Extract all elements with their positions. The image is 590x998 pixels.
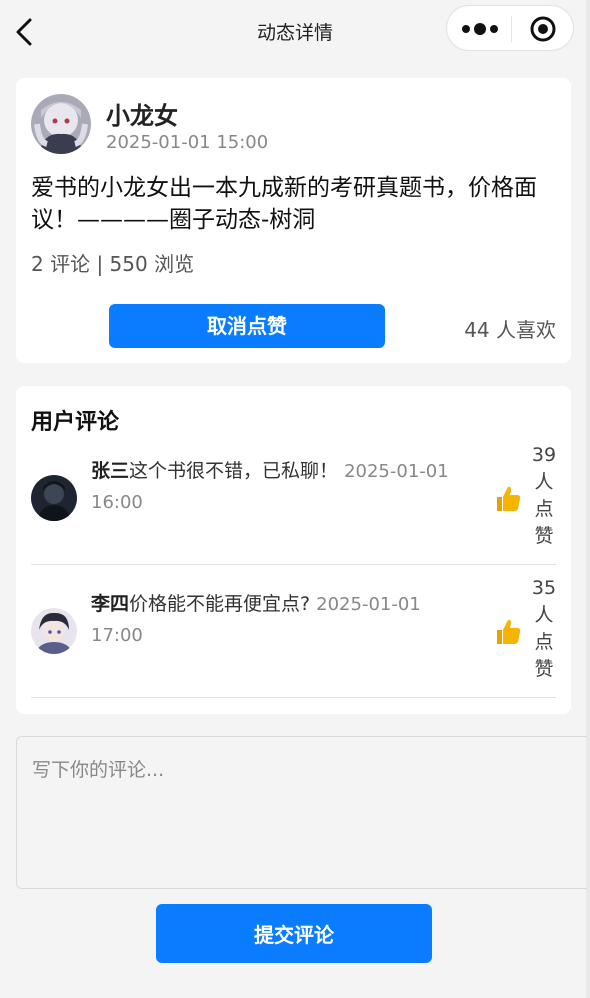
comments-card: 用户评论 张三这个书很不错，已私聊！ 2025-01-01 16:00 39人点… — [16, 386, 571, 714]
comment-text: 李四价格能不能再便宜点? 2025-01-01 17:00 — [91, 589, 451, 651]
post-content: 爱书的小龙女出一本九成新的考研真题书，价格面议！————圈子动态-树洞 — [31, 175, 537, 233]
commenter-avatar[interactable] — [31, 475, 77, 521]
capsule-divider — [511, 16, 512, 42]
comment-username: 张三 — [91, 460, 130, 482]
mini-program-capsule — [446, 5, 574, 51]
target-icon[interactable] — [529, 15, 557, 43]
comment-username: 李四 — [91, 593, 130, 615]
author-name: 小龙女 — [106, 102, 178, 130]
comment-body: 价格能不能再便宜点? — [129, 593, 311, 615]
navigation-bar: 动态详情 — [0, 0, 590, 62]
thumbs-up-icon[interactable] — [493, 617, 523, 647]
comment-like-count: 39人点赞 — [531, 444, 557, 547]
comment-body: 这个书很不错，已私聊！ — [129, 460, 339, 482]
comment-like-count: 35人点赞 — [531, 577, 557, 680]
author-avatar[interactable] — [31, 94, 91, 154]
comment-text: 张三这个书很不错，已私聊！ 2025-01-01 16:00 — [91, 456, 451, 518]
comment-item: 李四价格能不能再便宜点? 2025-01-01 17:00 35人点赞 — [31, 565, 556, 698]
comment-item: 张三这个书很不错，已私聊！ 2025-01-01 16:00 39人点赞 — [31, 432, 556, 565]
like-count: 44 人喜欢 — [464, 318, 556, 342]
post-stats: 2 评论 | 550 浏览 — [31, 252, 195, 276]
submit-comment-button[interactable]: 提交评论 — [156, 904, 432, 963]
thumbs-up-icon[interactable] — [493, 484, 523, 514]
post-card: 小龙女 2025-01-01 15:00 爱书的小龙女出一本九成新的考研真题书，… — [16, 78, 571, 363]
commenter-avatar[interactable] — [31, 608, 77, 654]
comment-input[interactable] — [16, 736, 590, 889]
scrollbar[interactable] — [586, 0, 590, 998]
more-icon[interactable] — [461, 20, 499, 38]
unlike-button[interactable]: 取消点赞 — [109, 304, 385, 348]
post-time: 2025-01-01 15:00 — [106, 132, 269, 153]
